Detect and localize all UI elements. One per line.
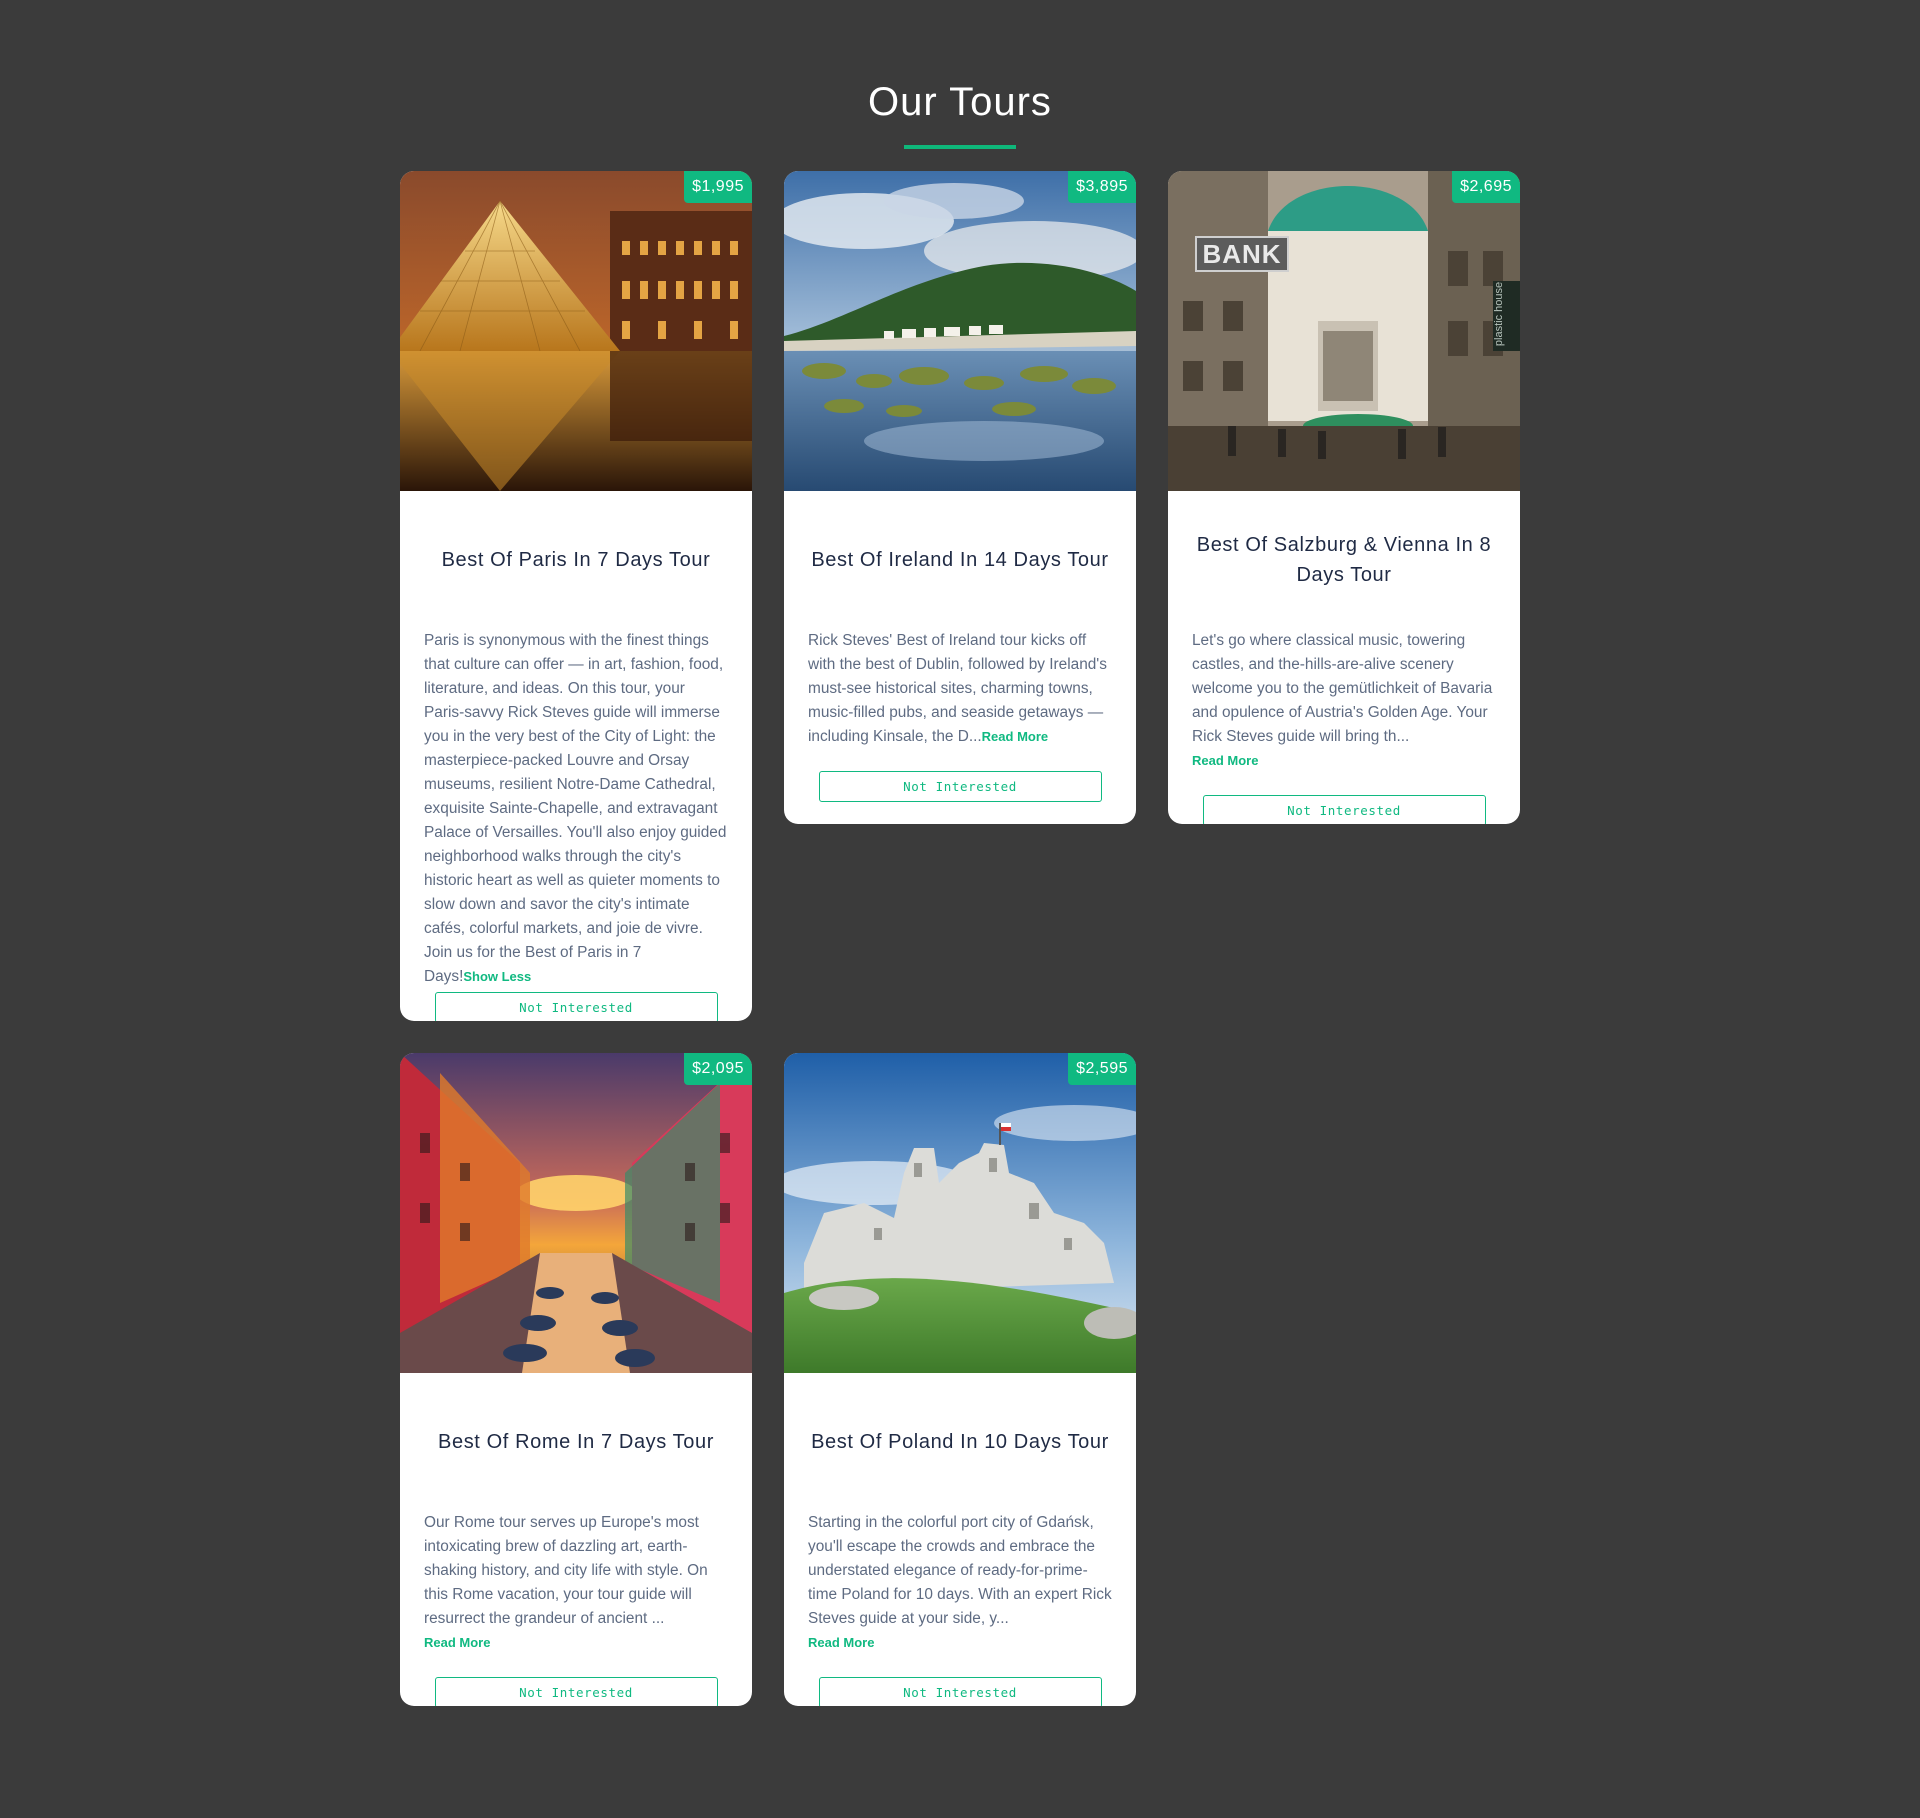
tour-card-paris: $1,995 Best Of Paris In 7 Days Tour Pari… — [400, 171, 752, 1021]
tour-info: Best Of Poland In 10 Days Tour Starting … — [784, 1373, 1136, 1655]
price-badge: $2,595 — [1068, 1053, 1136, 1085]
tour-description-text: Let's go where classical music, towering… — [1192, 632, 1493, 745]
tour-description: Rick Steves' Best of Ireland tour kicks … — [808, 629, 1112, 749]
tour-image-rome: $2,095 — [400, 1053, 752, 1373]
tour-title: Best Of Salzburg & Vienna In 8 Days Tour — [1196, 534, 1492, 586]
tour-image-paris: $1,995 — [400, 171, 752, 491]
tour-card-poland: $2,595 Best Of Poland In 10 Days Tour St… — [784, 1053, 1136, 1706]
tour-card-ireland: $3,895 Best Of Ireland In 14 Days Tour R… — [784, 171, 1136, 824]
read-more-toggle[interactable]: Read More — [808, 1635, 874, 1650]
read-more-toggle[interactable]: Read More — [982, 729, 1048, 744]
tour-title: Best Of Poland In 10 Days Tour — [811, 1431, 1109, 1453]
tour-description: Let's go where classical music, towering… — [1192, 629, 1496, 773]
not-interested-button[interactable]: Not Interested — [1202, 795, 1486, 824]
tour-info: Best Of Ireland In 14 Days Tour Rick Ste… — [784, 491, 1136, 749]
not-interested-button[interactable]: Not Interested — [818, 771, 1102, 802]
tour-description-text: Paris is synonymous with the finest thin… — [424, 632, 727, 985]
tour-info: Best Of Rome In 7 Days Tour Our Rome tou… — [400, 1373, 752, 1655]
not-interested-button[interactable]: Not Interested — [434, 1677, 718, 1706]
price-badge: $2,695 — [1452, 171, 1520, 203]
tour-description: Our Rome tour serves up Europe's most in… — [424, 1511, 728, 1655]
tour-title: Best Of Paris In 7 Days Tour — [441, 549, 711, 571]
show-less-toggle[interactable]: Show Less — [463, 969, 531, 984]
price-badge: $3,895 — [1068, 171, 1136, 203]
tour-description-text: Rick Steves' Best of Ireland tour kicks … — [808, 632, 1107, 745]
tour-info: Best Of Paris In 7 Days Tour Paris is sy… — [400, 491, 752, 989]
tour-description: Paris is synonymous with the finest thin… — [424, 629, 728, 989]
image-sign-side: plastic house — [1493, 281, 1505, 347]
not-interested-button[interactable]: Not Interested — [434, 992, 718, 1021]
tour-image-poland: $2,595 — [784, 1053, 1136, 1373]
image-sign-bank: BANK — [1202, 239, 1282, 269]
tour-image-salzburg-vienna: BANK plastic house $2,695 — [1168, 171, 1520, 491]
tour-description: Starting in the colorful port city of Gd… — [808, 1511, 1112, 1655]
tour-title: Best Of Rome In 7 Days Tour — [438, 1431, 714, 1453]
tours-page: Our Tours $1,995 Best Of Paris In 7 Days… — [0, 0, 1920, 1818]
tour-image-ireland: $3,895 — [784, 171, 1136, 491]
price-badge: $1,995 — [684, 171, 752, 203]
tour-card-salzburg-vienna: BANK plastic house $2,695 Best Of Salzbu… — [1168, 171, 1520, 824]
not-interested-button[interactable]: Not Interested — [818, 1677, 1102, 1706]
price-badge: $2,095 — [684, 1053, 752, 1085]
title-underline — [904, 145, 1016, 149]
tour-card-rome: $2,095 Best Of Rome In 7 Days Tour Our R… — [400, 1053, 752, 1706]
tour-description-text: Our Rome tour serves up Europe's most in… — [424, 1514, 708, 1627]
page-title: Our Tours — [868, 80, 1052, 124]
tours-heading: Our Tours — [0, 73, 1920, 149]
read-more-toggle[interactable]: Read More — [424, 1635, 490, 1650]
tour-title: Best Of Ireland In 14 Days Tour — [811, 549, 1109, 571]
tour-info: Best Of Salzburg & Vienna In 8 Days Tour… — [1168, 491, 1520, 773]
tour-description-text: Starting in the colorful port city of Gd… — [808, 1514, 1112, 1627]
read-more-toggle[interactable]: Read More — [1192, 753, 1258, 768]
